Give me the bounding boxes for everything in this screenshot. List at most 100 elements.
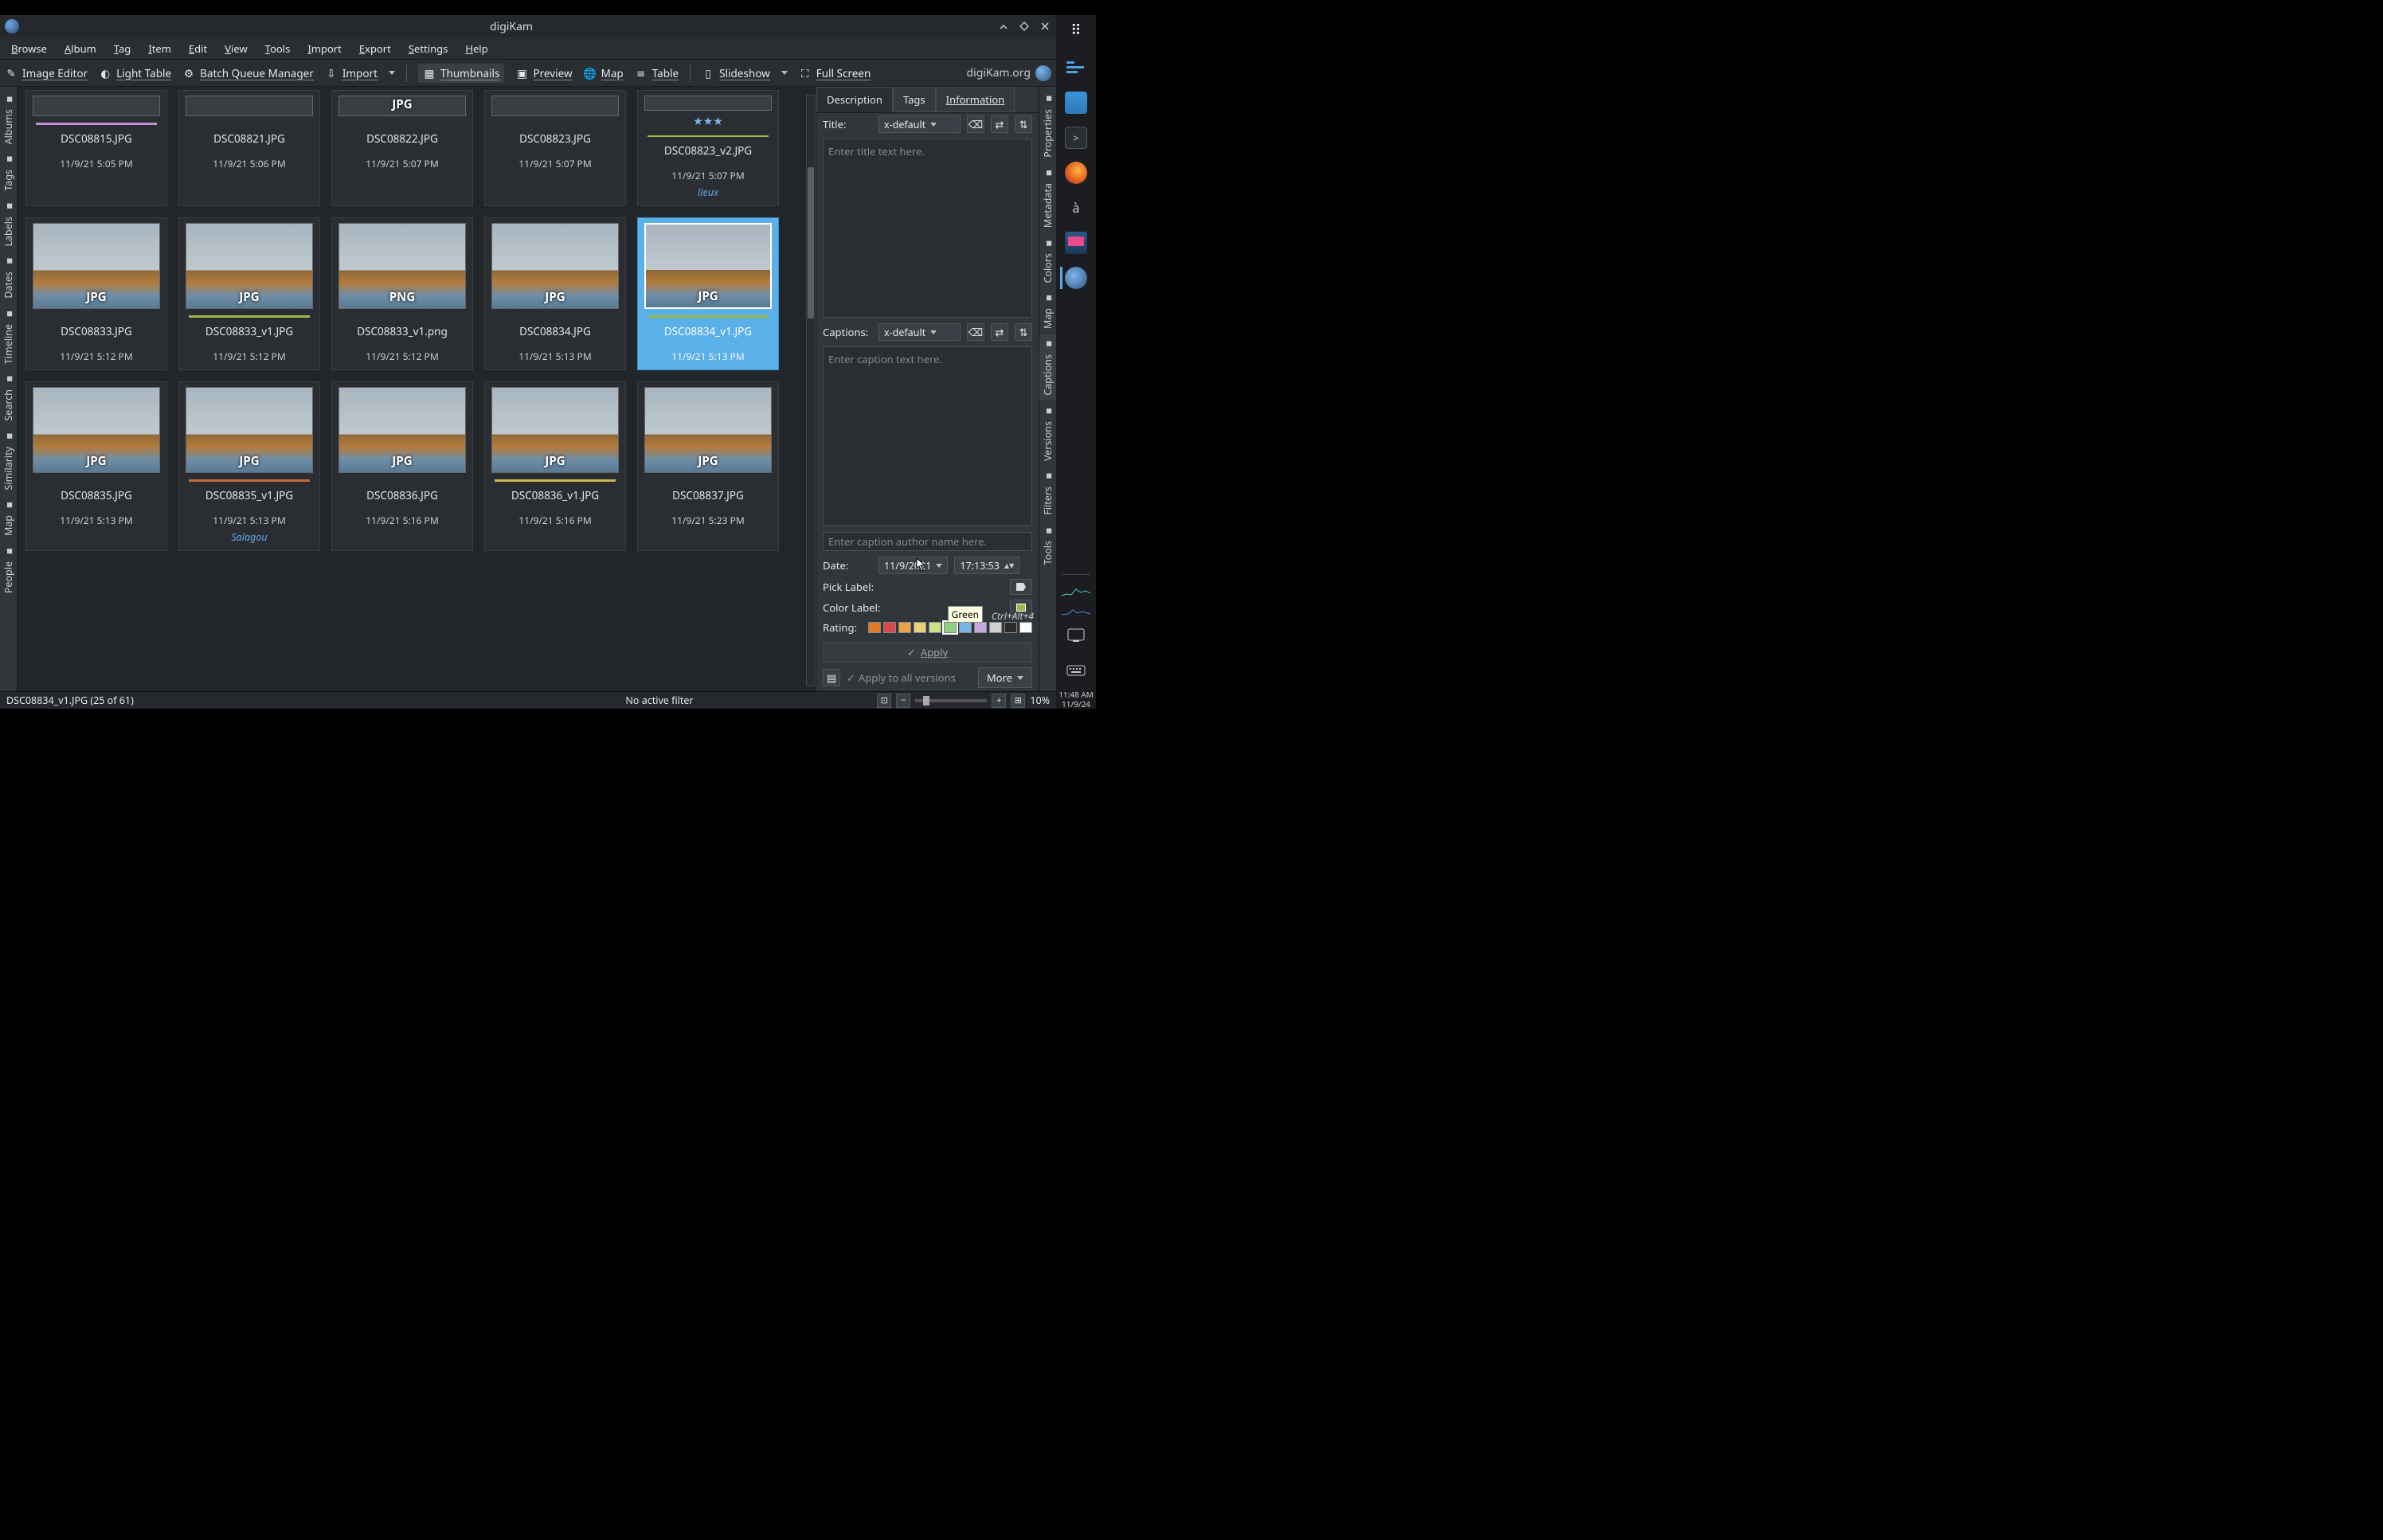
menu-browse[interactable]: Browse [3,38,55,59]
thumbnail-card[interactable]: DSC08815.JPG11/9/21 5:05 PM [25,90,167,206]
light-table-button[interactable]: ◐Light Table [99,66,171,80]
thumbnail-card[interactable]: JPGDSC08834.JPG11/9/21 5:13 PM [484,217,626,370]
caption-clear-button[interactable]: ⌫ [967,323,984,341]
thumbnail-image[interactable] [491,96,619,116]
thumbnail-card[interactable]: JPGDSC08834_v1.JPG11/9/21 5:13 PM [637,217,779,370]
thumbnail-image[interactable] [644,96,772,111]
dock-clock[interactable]: 11:48 AM 11/9/24 [1058,690,1094,709]
color-swatch[interactable] [868,622,881,633]
slideshow-button[interactable]: ▯Slideshow [702,66,770,80]
thumbnail-card[interactable]: JPGDSC08836_v1.JPG11/9/21 5:16 PM [484,381,626,551]
thumbnail-card[interactable]: JPGDSC08833.JPG11/9/21 5:12 PM [25,217,167,370]
thumb-scrollbar[interactable] [806,95,816,686]
right-sidebar-tab-captions[interactable]: Captions▪ [1039,335,1056,401]
menu-tag[interactable]: Tag [106,38,139,59]
thumbnail-grid[interactable]: DSC08815.JPG11/9/21 5:05 PMDSC08821.JPG1… [18,87,816,691]
fullscreen-button[interactable]: ⛶Full Screen [799,66,871,80]
title-textarea[interactable]: Enter title text here. [823,139,1032,318]
caption-textarea[interactable]: Enter caption text here. [823,346,1032,526]
import-button[interactable]: ⇩Import [325,66,378,80]
left-sidebar-tab-tags[interactable]: Tags▪ [0,150,17,196]
tab-tags[interactable]: Tags [893,87,936,112]
caption-sort-button[interactable]: ⇅ [1015,323,1032,341]
template-icon-button[interactable]: ▤ [823,669,840,686]
menu-export[interactable]: Export [351,38,399,59]
left-sidebar-tab-dates[interactable]: Dates▪ [0,252,17,303]
color-swatch[interactable] [944,622,957,633]
thumbnail-card[interactable]: JPGDSC08835.JPG11/9/21 5:13 PM [25,381,167,551]
table-view-button[interactable]: ≡Table [635,66,679,80]
dock-firefox[interactable] [1060,157,1092,189]
thumbnail-card[interactable]: JPGDSC08833_v1.JPG11/9/21 5:12 PM [178,217,320,370]
dock-keyboard-icon[interactable] [1060,655,1092,686]
activities-icon[interactable]: ⠿ [1062,21,1090,39]
thumbnail-image[interactable]: JPG [186,387,313,473]
menu-help[interactable]: Help [457,38,495,59]
more-button[interactable]: More [978,667,1032,688]
minimize-button[interactable] [997,20,1010,33]
thumbnail-image[interactable]: PNG [338,223,466,309]
zoom-slider-handle[interactable] [923,696,929,706]
thumbnail-card[interactable]: JPGDSC08835_v1.JPG11/9/21 5:13 PMSalagou [178,381,320,551]
thumbnail-image[interactable]: JPG [338,96,466,116]
right-sidebar-tab-versions[interactable]: Versions▪ [1039,402,1056,466]
left-sidebar-tab-similarity[interactable]: Similarity▪ [0,428,17,495]
brand-link[interactable]: digiKam.org [966,65,1051,81]
color-label-selector[interactable] [1010,600,1032,616]
thumbnail-card[interactable]: DSC08821.JPG11/9/21 5:06 PM [178,90,320,206]
thumbnail-card[interactable]: ★★★DSC08823_v2.JPG11/9/21 5:07 PMlieux [637,90,779,206]
zoom-fit-button[interactable]: ⊡ [877,694,891,708]
thumbnail-image[interactable]: JPG [186,223,313,309]
zoom-out-button[interactable]: − [896,694,910,708]
menu-tools[interactable]: Tools [257,38,299,59]
right-sidebar-tab-metadata[interactable]: Metadata▪ [1039,164,1056,233]
dock-digikam[interactable] [1060,262,1092,294]
color-swatch[interactable] [989,622,1002,633]
color-swatch[interactable] [974,622,987,633]
maximize-button[interactable] [1018,20,1031,33]
color-swatch[interactable] [929,622,941,633]
thumbnail-card[interactable]: JPGDSC08822.JPG11/9/21 5:07 PM [331,90,473,206]
dock-terminal[interactable]: > [1060,122,1092,154]
scroll-thumb[interactable] [808,167,814,319]
import-dropdown[interactable] [389,71,395,75]
caption-swap-button[interactable]: ⇄ [991,323,1008,341]
left-sidebar-tab-map[interactable]: Map▪ [0,496,17,541]
image-editor-button[interactable]: ✎Image Editor [5,66,88,80]
date-input[interactable]: 11/9/2021 [878,557,948,574]
menu-item[interactable]: Item [140,38,179,59]
zoom-100-button[interactable]: ⊞ [1011,694,1025,708]
menu-album[interactable]: Album [57,38,104,59]
slideshow-dropdown[interactable] [781,71,788,75]
right-sidebar-tab-tools[interactable]: Tools▪ [1039,522,1056,569]
thumbnail-image[interactable]: JPG [644,387,772,473]
thumbnail-image[interactable]: JPG [338,387,466,473]
map-view-button[interactable]: 🌐Map [584,66,624,80]
thumbnail-image[interactable]: JPG [33,223,160,309]
thumbnail-image[interactable]: JPG [33,387,160,473]
thumbnail-image[interactable] [33,96,160,116]
thumbnail-card[interactable]: JPGDSC08837.JPG11/9/21 5:23 PM [637,381,779,551]
thumbnail-image[interactable] [186,96,313,116]
apply-button[interactable]: ✓Apply [823,642,1032,663]
title-lang-combo[interactable]: x-default [878,115,961,133]
dock-accel[interactable]: à [1060,192,1092,224]
dock-recorder[interactable] [1060,227,1092,259]
menu-edit[interactable]: Edit [181,38,215,59]
batch-queue-button[interactable]: ⚙Batch Queue Manager [182,66,314,80]
thumbnail-image[interactable]: JPG [644,223,772,309]
zoom-in-button[interactable]: + [992,694,1006,708]
time-input[interactable]: 17:13:53 ▲▼ [954,557,1019,574]
left-sidebar-tab-search[interactable]: Search▪ [0,370,17,426]
thumbnails-view-button[interactable]: ▦Thumbnails [418,64,504,83]
dock-levels-icon[interactable] [1060,52,1092,84]
dock-files[interactable] [1060,87,1092,119]
color-swatch[interactable] [898,622,911,633]
dock-screenshot-icon[interactable] [1060,620,1092,651]
thumbnail-card[interactable]: PNGDSC08833_v1.png11/9/21 5:12 PM [331,217,473,370]
pick-label-selector[interactable] [1010,579,1032,595]
left-sidebar-tab-people[interactable]: People▪ [0,542,17,598]
caption-lang-combo[interactable]: x-default [878,323,961,341]
apply-all-checkbox[interactable]: ✓Apply to all versions [847,670,956,685]
preview-view-button[interactable]: ▣Preview [515,66,572,80]
